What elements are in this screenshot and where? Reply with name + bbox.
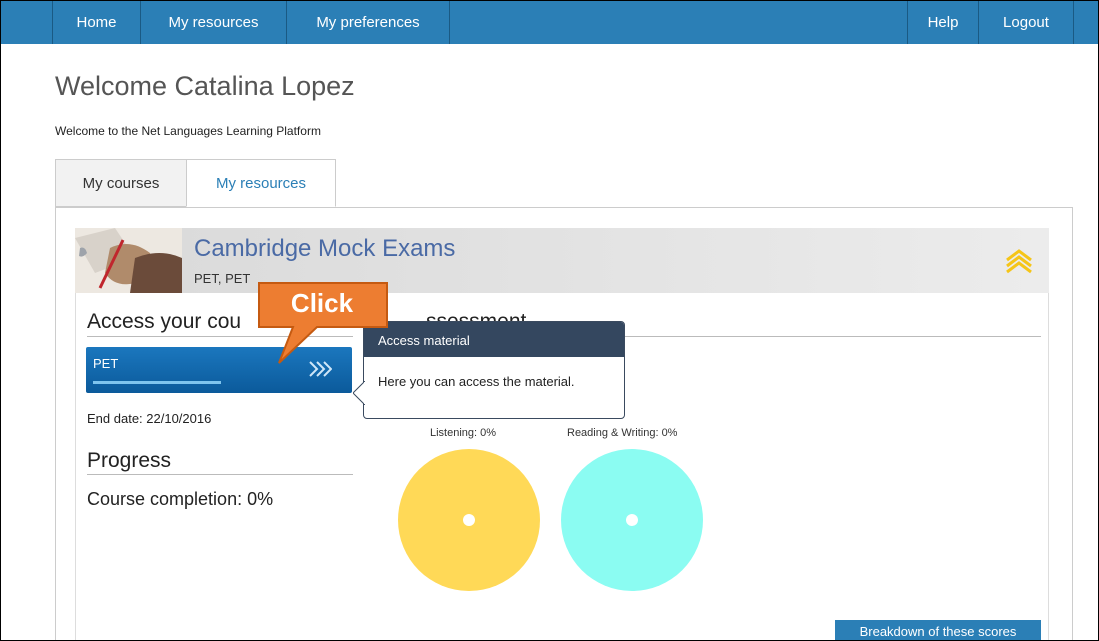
score-label-listening: Listening: 0%: [430, 427, 497, 439]
nav-logout[interactable]: Logout: [979, 1, 1074, 44]
click-callout-text: Click: [290, 288, 354, 318]
nav-home[interactable]: Home: [52, 1, 141, 44]
end-date: End date: 22/10/2016: [87, 411, 212, 426]
score-dot: [626, 514, 638, 526]
score-label-reading-writing: Reading & Writing: 0%: [567, 427, 678, 439]
nav-my-preferences[interactable]: My preferences: [287, 1, 450, 44]
course-button-label: PET: [93, 356, 119, 371]
page-frame: Home My resources My preferences Help Lo…: [0, 0, 1099, 641]
nav-my-resources[interactable]: My resources: [141, 1, 287, 44]
nav-help[interactable]: Help: [907, 1, 979, 44]
score-circle-listening: [398, 449, 540, 591]
page-title: Welcome Catalina Lopez: [55, 71, 355, 101]
course-thumbnail-image: [75, 228, 182, 293]
tab-my-resources[interactable]: My resources: [186, 159, 336, 207]
course-title: Cambridge Mock Exams: [194, 235, 456, 262]
course-subtitle: PET, PET: [194, 271, 251, 286]
access-course-heading: Access your cou: [87, 310, 242, 333]
tooltip-pointer: [353, 381, 365, 405]
score-dot: [463, 514, 475, 526]
page-subtitle: Welcome to the Net Languages Learning Pl…: [55, 124, 321, 138]
course-completion: Course completion: 0%: [87, 489, 274, 509]
score-circle-reading-writing: [561, 449, 703, 591]
collapse-chevron-up-icon[interactable]: [1004, 246, 1034, 276]
top-navigation-bar: Home My resources My preferences Help Lo…: [1, 1, 1098, 44]
course-progress-bar: [93, 381, 221, 384]
breakdown-scores-button[interactable]: Breakdown of these scores: [835, 620, 1041, 640]
progress-divider: [87, 474, 353, 475]
tab-my-courses[interactable]: My courses: [55, 159, 186, 207]
progress-heading: Progress: [87, 449, 172, 472]
